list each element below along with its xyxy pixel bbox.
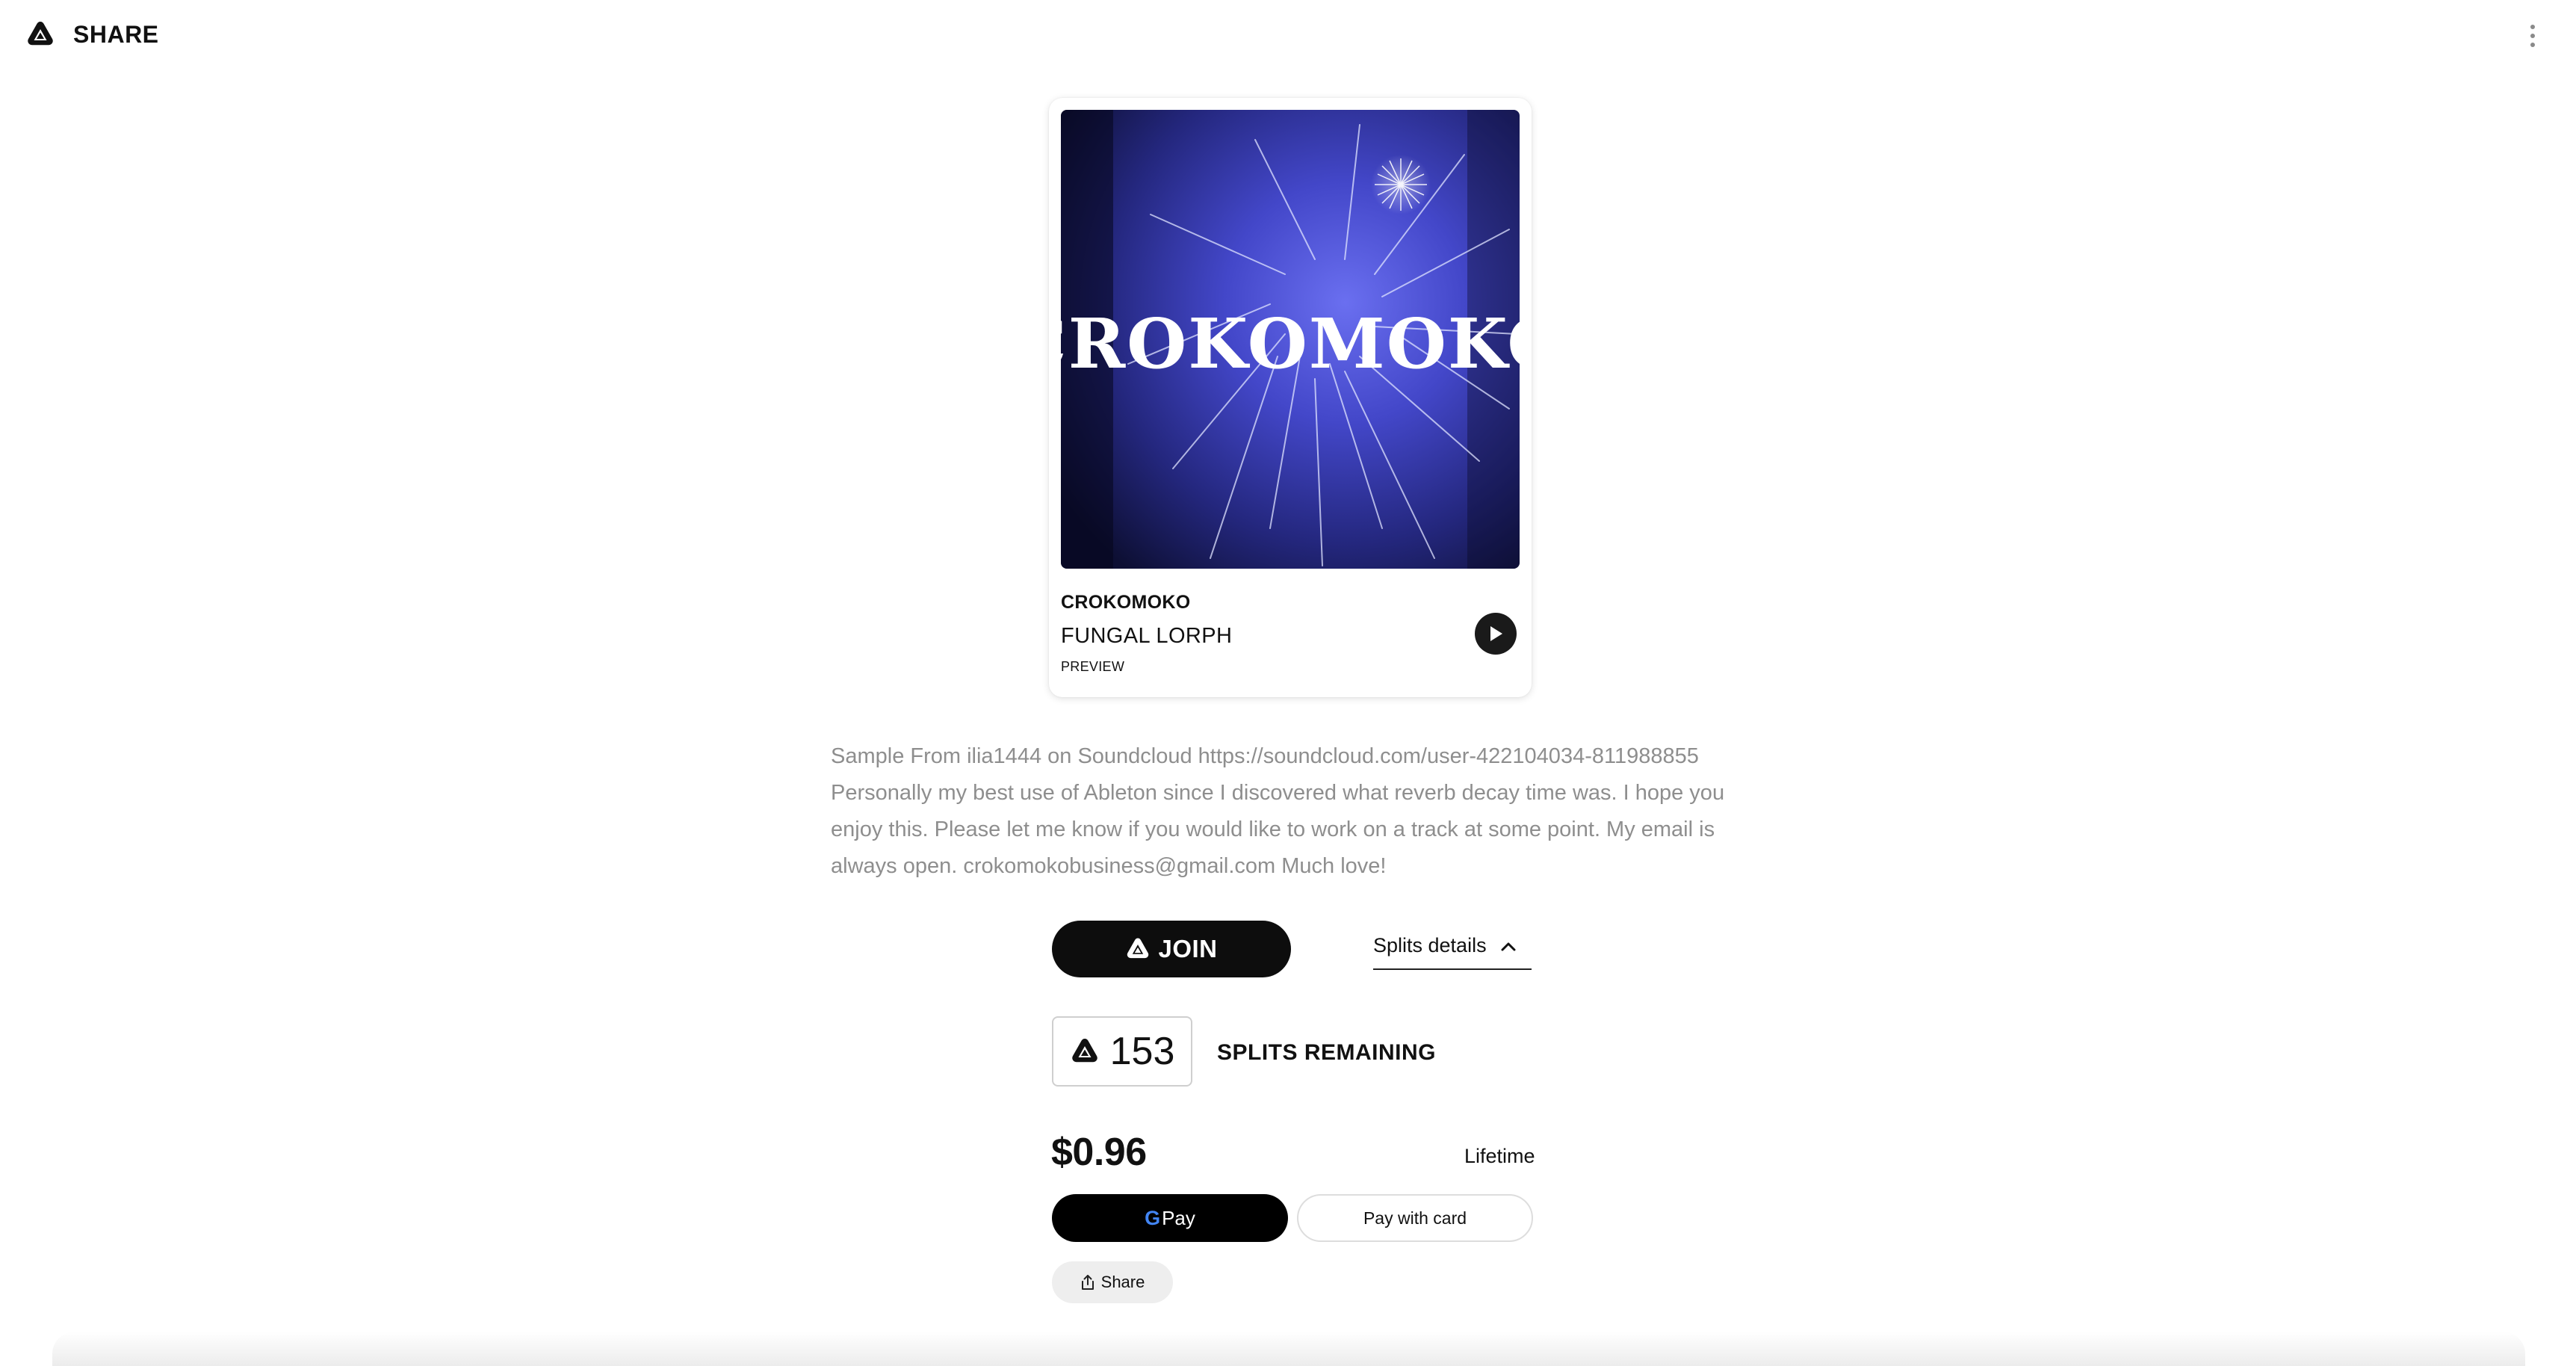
brand[interactable]: SHARE xyxy=(25,19,159,49)
share-logo-icon xyxy=(1071,1039,1097,1063)
splits-count: 153 xyxy=(1109,1030,1175,1073)
vertical-dots-icon-dot xyxy=(2530,34,2535,38)
price: $0.96 xyxy=(1051,1131,1147,1174)
price-term: Lifetime xyxy=(1464,1145,1535,1167)
pay-with-card-button[interactable]: Pay with card xyxy=(1297,1194,1533,1242)
vertical-dots-icon-dot xyxy=(2530,43,2535,47)
google-g-icon: G xyxy=(1145,1206,1161,1229)
share-upload-icon xyxy=(1081,1275,1094,1290)
artwork-title-text: CROKOMOKO xyxy=(1061,303,1520,384)
splits-details-label: Splits details xyxy=(1373,934,1487,956)
play-button[interactable] xyxy=(1475,613,1517,655)
google-pay-label: Pay xyxy=(1162,1206,1195,1229)
track-description: Sample From ilia1444 on Soundcloud https… xyxy=(831,744,1725,878)
artwork-image: CROKOMOKO xyxy=(1061,110,1520,569)
track-title: FUNGAL LORPH xyxy=(1061,624,1233,648)
splits-details-toggle[interactable]: Splits details xyxy=(1373,933,1532,970)
chevron-up-icon xyxy=(1501,942,1516,951)
track-card: CROKOMOKO CROKOMOKO FUNGAL LORPH PREVIEW xyxy=(1049,98,1532,697)
share-label: Share xyxy=(1100,1273,1145,1291)
share-logo-icon xyxy=(28,22,53,46)
album-artwork[interactable]: CROKOMOKO xyxy=(1061,110,1520,569)
splits-count-box: 153 xyxy=(1052,1016,1192,1087)
share-button[interactable]: Share xyxy=(1052,1261,1173,1303)
splits-remaining-label: SPLITS REMAINING xyxy=(1217,1040,1437,1065)
join-button[interactable]: JOIN xyxy=(1052,921,1291,977)
preview-label: PREVIEW xyxy=(1061,659,1125,674)
vertical-dots-icon xyxy=(2530,25,2535,29)
top-bar: SHARE xyxy=(0,0,2576,71)
google-pay-button[interactable]: G Pay xyxy=(1052,1194,1288,1242)
artist-name[interactable]: CROKOMOKO xyxy=(1061,592,1191,614)
bottom-sheet-edge xyxy=(52,1332,2525,1366)
brand-name: SHARE xyxy=(73,20,159,48)
join-label: JOIN xyxy=(1158,935,1218,962)
play-icon xyxy=(1490,626,1502,641)
share-logo-icon xyxy=(1127,938,1149,959)
more-options-button[interactable] xyxy=(2522,21,2543,51)
page: SHARE ROKOMOK CROKOMOKO FUNGAL LORPH PRE… xyxy=(0,0,2576,1366)
